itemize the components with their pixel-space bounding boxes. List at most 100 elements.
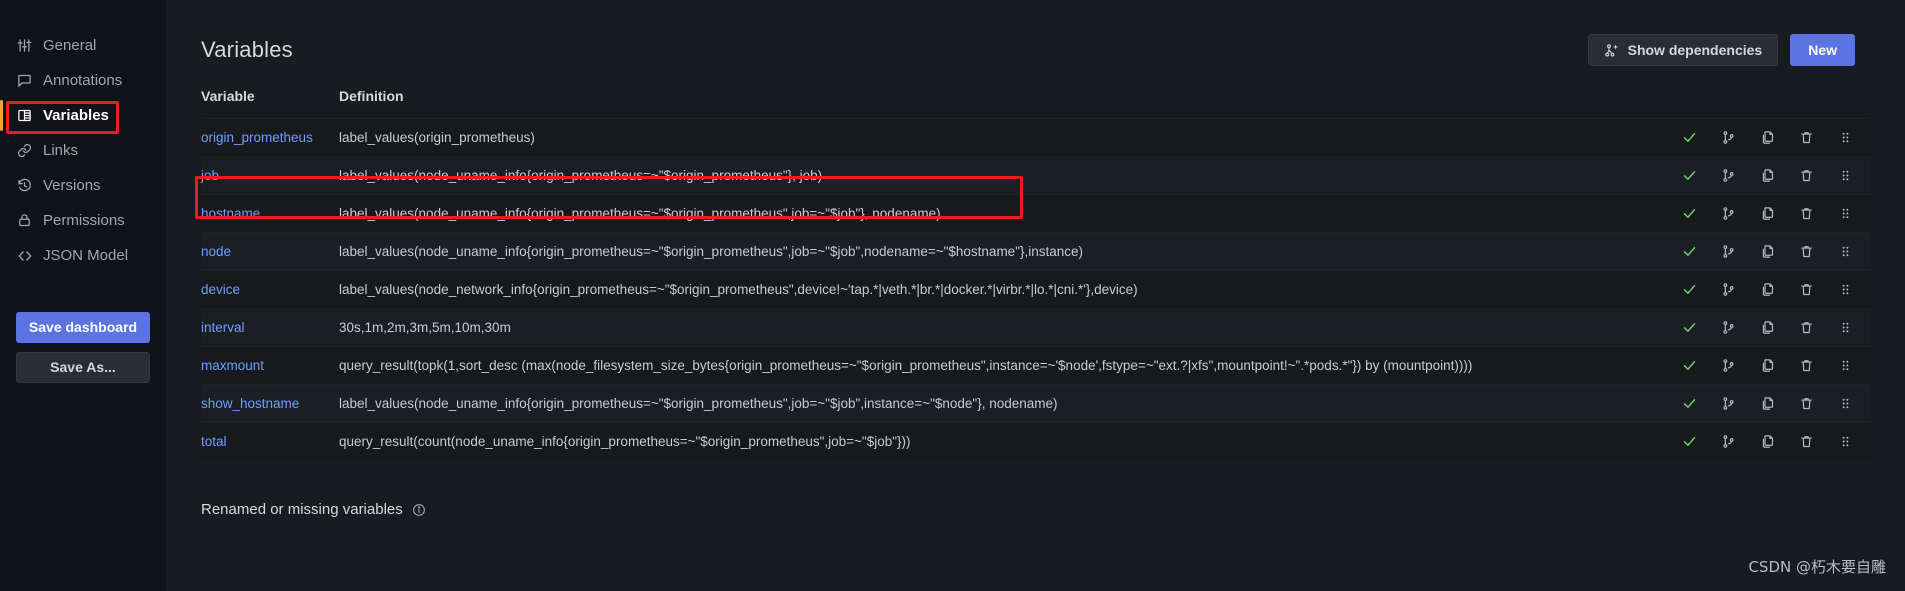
code-brackets-icon xyxy=(16,247,33,264)
code-branch-icon[interactable] xyxy=(1720,244,1736,260)
trash-icon[interactable] xyxy=(1798,168,1814,184)
table-row[interactable]: show_hostname label_values(node_uname_inf… xyxy=(201,384,1871,423)
check-icon[interactable] xyxy=(1681,434,1697,450)
sidebar-item-links[interactable]: Links xyxy=(0,133,166,168)
sidebar-item-label-json-model: JSON Model xyxy=(43,247,129,264)
drag-handle-icon[interactable] xyxy=(1837,168,1853,184)
table-row[interactable]: device label_values(node_network_info{ori… xyxy=(201,270,1871,309)
code-branch-icon[interactable] xyxy=(1720,358,1736,374)
trash-icon[interactable] xyxy=(1798,434,1814,450)
code-branch-icon[interactable] xyxy=(1720,320,1736,336)
save-dashboard-button[interactable]: Save dashboard xyxy=(16,312,150,343)
variable-name-link[interactable]: interval xyxy=(201,320,245,335)
cell-variable-name: show_hostname xyxy=(201,384,339,423)
code-branch-icon[interactable] xyxy=(1720,396,1736,412)
drag-handle-icon[interactable] xyxy=(1837,320,1853,336)
renamed-missing-section: Renamed or missing variables xyxy=(167,501,426,518)
trash-icon[interactable] xyxy=(1798,244,1814,260)
check-icon[interactable] xyxy=(1681,130,1697,146)
code-branch-icon[interactable] xyxy=(1720,168,1736,184)
comment-square-icon xyxy=(16,72,33,89)
trash-icon[interactable] xyxy=(1798,282,1814,298)
trash-icon[interactable] xyxy=(1798,206,1814,222)
table-row[interactable]: total query_result(count(node_uname_info{… xyxy=(201,422,1871,461)
check-icon[interactable] xyxy=(1681,168,1697,184)
check-icon[interactable] xyxy=(1681,320,1697,336)
cell-row-actions xyxy=(1675,118,1871,157)
row-actions xyxy=(1675,244,1871,260)
duplicate-icon[interactable] xyxy=(1759,168,1775,184)
check-icon[interactable] xyxy=(1681,206,1697,222)
lock-icon xyxy=(16,212,33,229)
cell-variable-name: hostname xyxy=(201,194,339,233)
check-icon[interactable] xyxy=(1681,244,1697,260)
row-actions xyxy=(1675,130,1871,146)
cell-variable-definition: query_result(topk(1,sort_desc (max(node_… xyxy=(339,346,1675,385)
variable-definition-text: label_values(node_uname_info{origin_prom… xyxy=(339,168,823,183)
cell-variable-definition: label_values(node_uname_info{origin_prom… xyxy=(339,232,1675,271)
sidebar-item-permissions[interactable]: Permissions xyxy=(0,203,166,238)
cell-variable-name: origin_prometheus xyxy=(201,118,339,157)
drag-handle-icon[interactable] xyxy=(1837,396,1853,412)
sidebar-item-label-general: General xyxy=(43,37,97,54)
trash-icon[interactable] xyxy=(1798,358,1814,374)
row-actions xyxy=(1675,168,1871,184)
cell-variable-name: interval xyxy=(201,308,339,347)
variable-name-link[interactable]: maxmount xyxy=(201,358,264,373)
duplicate-icon[interactable] xyxy=(1759,396,1775,412)
variable-name-link[interactable]: hostname xyxy=(201,206,260,221)
duplicate-icon[interactable] xyxy=(1759,434,1775,450)
table-row[interactable]: hostname label_values(node_uname_info{ori… xyxy=(201,194,1871,233)
sidebar-item-annotations[interactable]: Annotations xyxy=(0,63,166,98)
check-icon[interactable] xyxy=(1681,282,1697,298)
trash-icon[interactable] xyxy=(1798,396,1814,412)
drag-handle-icon[interactable] xyxy=(1837,130,1853,146)
code-branch-icon[interactable] xyxy=(1720,206,1736,222)
duplicate-icon[interactable] xyxy=(1759,206,1775,222)
variable-definition-text: label_values(node_network_info{origin_pr… xyxy=(339,282,1138,297)
check-icon[interactable] xyxy=(1681,396,1697,412)
duplicate-icon[interactable] xyxy=(1759,282,1775,298)
drag-handle-icon[interactable] xyxy=(1837,358,1853,374)
variable-name-link[interactable]: node xyxy=(201,244,231,259)
cell-variable-definition: label_values(origin_prometheus) xyxy=(339,118,1675,157)
variable-definition-text: label_values(node_uname_info{origin_prom… xyxy=(339,206,941,221)
table-row[interactable]: job label_values(node_uname_info{origin_p… xyxy=(201,156,1871,195)
sidebar-item-label-annotations: Annotations xyxy=(43,72,123,89)
cell-variable-definition: label_values(node_uname_info{origin_prom… xyxy=(339,156,1675,195)
info-circle-icon[interactable] xyxy=(412,503,426,517)
sidebar-item-versions[interactable]: Versions xyxy=(0,168,166,203)
sidebar-item-variables[interactable]: Variables xyxy=(0,98,166,133)
table-row[interactable]: node label_values(node_uname_info{origin_… xyxy=(201,232,1871,271)
table-row[interactable]: origin_prometheus label_values(origin_pro… xyxy=(201,118,1871,157)
trash-icon[interactable] xyxy=(1798,320,1814,336)
code-branch-icon[interactable] xyxy=(1720,130,1736,146)
duplicate-icon[interactable] xyxy=(1759,130,1775,146)
variable-definition-text: label_values(node_uname_info{origin_prom… xyxy=(339,396,1058,411)
variable-name-link[interactable]: job xyxy=(201,168,219,183)
drag-handle-icon[interactable] xyxy=(1837,244,1853,260)
show-dependencies-button[interactable]: Show dependencies xyxy=(1587,34,1779,66)
trash-icon[interactable] xyxy=(1798,130,1814,146)
table-row[interactable]: maxmount query_result(topk(1,sort_desc (m… xyxy=(201,346,1871,385)
dependency-graph-icon xyxy=(1604,43,1619,58)
duplicate-icon[interactable] xyxy=(1759,244,1775,260)
duplicate-icon[interactable] xyxy=(1759,358,1775,374)
sidebar-item-json-model[interactable]: JSON Model xyxy=(0,238,166,273)
drag-handle-icon[interactable] xyxy=(1837,434,1853,450)
new-variable-button[interactable]: New xyxy=(1790,34,1855,66)
check-icon[interactable] xyxy=(1681,358,1697,374)
sidebar-item-general[interactable]: General xyxy=(0,28,166,63)
duplicate-icon[interactable] xyxy=(1759,320,1775,336)
variable-name-link[interactable]: origin_prometheus xyxy=(201,130,313,145)
table-row[interactable]: interval 30s,1m,2m,3m,5m,10m,30m xyxy=(201,308,1871,347)
drag-handle-icon[interactable] xyxy=(1837,282,1853,298)
code-branch-icon[interactable] xyxy=(1720,282,1736,298)
code-branch-icon[interactable] xyxy=(1720,434,1736,450)
save-as-button[interactable]: Save As... xyxy=(16,352,150,383)
variable-name-link[interactable]: total xyxy=(201,434,227,449)
variable-name-link[interactable]: show_hostname xyxy=(201,396,299,411)
variable-name-link[interactable]: device xyxy=(201,282,240,297)
drag-handle-icon[interactable] xyxy=(1837,206,1853,222)
variable-definition-text: 30s,1m,2m,3m,5m,10m,30m xyxy=(339,320,511,335)
